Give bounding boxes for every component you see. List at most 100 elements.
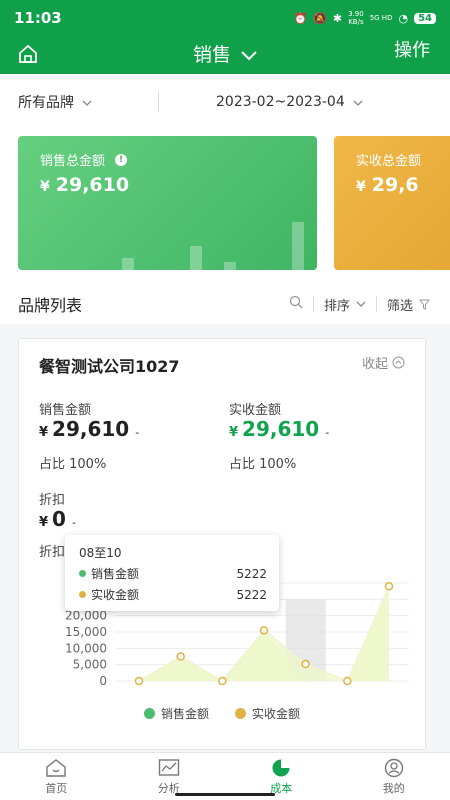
received-amount-value: ¥29,610-: [229, 417, 330, 441]
chevron-down-icon: [241, 44, 257, 66]
legend-dot: [79, 570, 86, 577]
legend-received[interactable]: 实收金额: [235, 705, 300, 722]
company-name: 餐智测试公司1027: [39, 357, 180, 376]
analysis-icon: [158, 758, 179, 776]
date-range-filter[interactable]: 2023-02~2023-04: [216, 94, 363, 110]
company-panel: 餐智测试公司1027 收起 销售金额 ¥29,610- 占比 100% 实收金额…: [18, 338, 426, 750]
mute-icon: 🔕: [313, 11, 327, 25]
tab-home[interactable]: 首页: [0, 753, 113, 800]
tab-profile[interactable]: 我的: [338, 753, 450, 800]
home-indicator: [175, 793, 275, 796]
data-point: [218, 676, 227, 686]
signal-label: 5G HD: [369, 14, 393, 22]
filter-bar: 所有品牌 2023-02~2023-04: [0, 80, 450, 124]
tooltip-row: 销售金额 5222: [79, 565, 267, 582]
filter-button[interactable]: 筛选: [387, 295, 430, 314]
discount-chart-label: 折扣: [39, 545, 66, 560]
received-ratio: 占比 100%: [229, 457, 297, 472]
y-tick-label: 0: [99, 674, 107, 688]
info-icon[interactable]: !: [115, 153, 128, 166]
status-bar: 11:03 ⏰ 🔕 ✱ 3.90 KB/s 5G HD ◔ 54: [0, 0, 450, 36]
chart-legend: 销售金额 实收金额: [19, 705, 425, 722]
tab-label: 我的: [382, 781, 405, 795]
date-range-label: 2023-02~2023-04: [216, 94, 345, 110]
data-point: [384, 582, 394, 591]
sales-total-value: ¥29,610: [40, 174, 130, 196]
sales-total-label: 销售总金额: [40, 154, 106, 169]
profile-icon: [384, 758, 403, 777]
nav-title-dropdown[interactable]: 销售: [0, 40, 450, 67]
legend-label: 销售金额: [160, 707, 209, 721]
discount-value: ¥0-: [39, 507, 76, 531]
mini-bar: [122, 258, 134, 270]
sales-total-card[interactable]: 销售总金额 ! ¥29,610: [18, 136, 317, 270]
legend-dot: [143, 708, 155, 719]
chevron-down-icon: [353, 94, 363, 110]
status-icons: ⏰ 🔕 ✱ 3.90 KB/s 5G HD ◔ 54: [293, 10, 436, 26]
tooltip-row-label: 实收金额: [91, 588, 140, 602]
legend-dot: [235, 708, 246, 719]
nav-bar: 销售 操作: [0, 36, 450, 74]
data-point: [134, 676, 144, 686]
tab-label: 首页: [45, 781, 68, 795]
received-amount-label: 实收金额: [229, 403, 282, 418]
mini-bar: [224, 262, 236, 270]
bluetooth-icon: ✱: [332, 11, 343, 25]
legend-label: 实收金额: [252, 707, 301, 721]
sales-amount-label: 销售金额: [39, 403, 92, 418]
chart-tooltip: 08至10 销售金额 5222 实收金额 5222: [65, 535, 279, 611]
filter-label: 筛选: [386, 298, 413, 314]
legend-dot: [79, 591, 86, 598]
mini-bar: [190, 246, 202, 270]
data-point: [259, 626, 269, 635]
tooltip-row-label: 销售金额: [91, 567, 140, 581]
data-point: [176, 652, 185, 661]
sales-amount-value: ¥29,610-: [39, 417, 140, 441]
chevron-down-icon: [356, 301, 366, 307]
data-point: [343, 676, 352, 686]
received-total-label: 实收总金额: [356, 154, 422, 169]
tooltip-title: 08至10: [79, 546, 122, 560]
received-total-value: ¥29,6: [356, 174, 419, 196]
y-tick-label: 5,000: [73, 658, 107, 672]
mini-bar: [292, 222, 304, 270]
divider: [375, 296, 377, 312]
nav-title: 销售: [192, 44, 231, 66]
battery-icon: 54: [414, 12, 436, 24]
divider: [158, 92, 159, 112]
sort-button[interactable]: 排序: [324, 295, 366, 314]
card-label-row: 销售总金额 !: [40, 150, 128, 169]
tooltip-row: 实收金额 5222: [79, 586, 267, 603]
section-tools: 排序 筛选: [289, 295, 430, 314]
received-total-card[interactable]: 实收总金额 ¥29,6: [334, 136, 450, 270]
brand-list-header: 品牌列表 排序 筛选: [0, 284, 450, 324]
home-icon: [46, 758, 66, 777]
sort-label: 排序: [323, 298, 350, 314]
brand-filter[interactable]: 所有品牌: [18, 92, 92, 112]
alarm-icon: ⏰: [293, 11, 308, 25]
chevron-up-circle-icon: [392, 356, 405, 369]
tooltip-row-value: 5222: [236, 566, 267, 581]
card-label-row: 实收总金额: [356, 150, 421, 169]
funnel-icon: [419, 299, 430, 310]
network-speed: 3.90 KB/s: [348, 10, 364, 26]
search-icon[interactable]: [289, 295, 303, 313]
bottom-tab-bar: 首页 分析 成本 我的: [0, 752, 450, 800]
y-tick-label: 15,000: [65, 625, 107, 639]
brand-filter-label: 所有品牌: [18, 95, 74, 111]
status-time: 11:03: [14, 9, 62, 27]
collapse-button[interactable]: 收起: [362, 353, 405, 372]
collapse-label: 收起: [361, 357, 388, 372]
y-tick-label: 10,000: [65, 641, 107, 655]
wifi-icon: ◔: [398, 11, 409, 25]
legend-sales[interactable]: 销售金额: [143, 705, 209, 722]
data-point: [301, 659, 310, 669]
sales-ratio: 占比 100%: [39, 457, 107, 472]
tooltip-row-value: 5222: [236, 587, 267, 602]
summary-cards: 销售总金额 ! ¥29,610 实收总金额 ¥29,6: [0, 124, 450, 284]
cost-pie-icon: [272, 759, 290, 776]
operation-button[interactable]: 操作: [394, 36, 430, 62]
section-title: 品牌列表: [18, 296, 83, 315]
discount-label: 折扣: [39, 493, 66, 508]
divider: [312, 296, 314, 312]
